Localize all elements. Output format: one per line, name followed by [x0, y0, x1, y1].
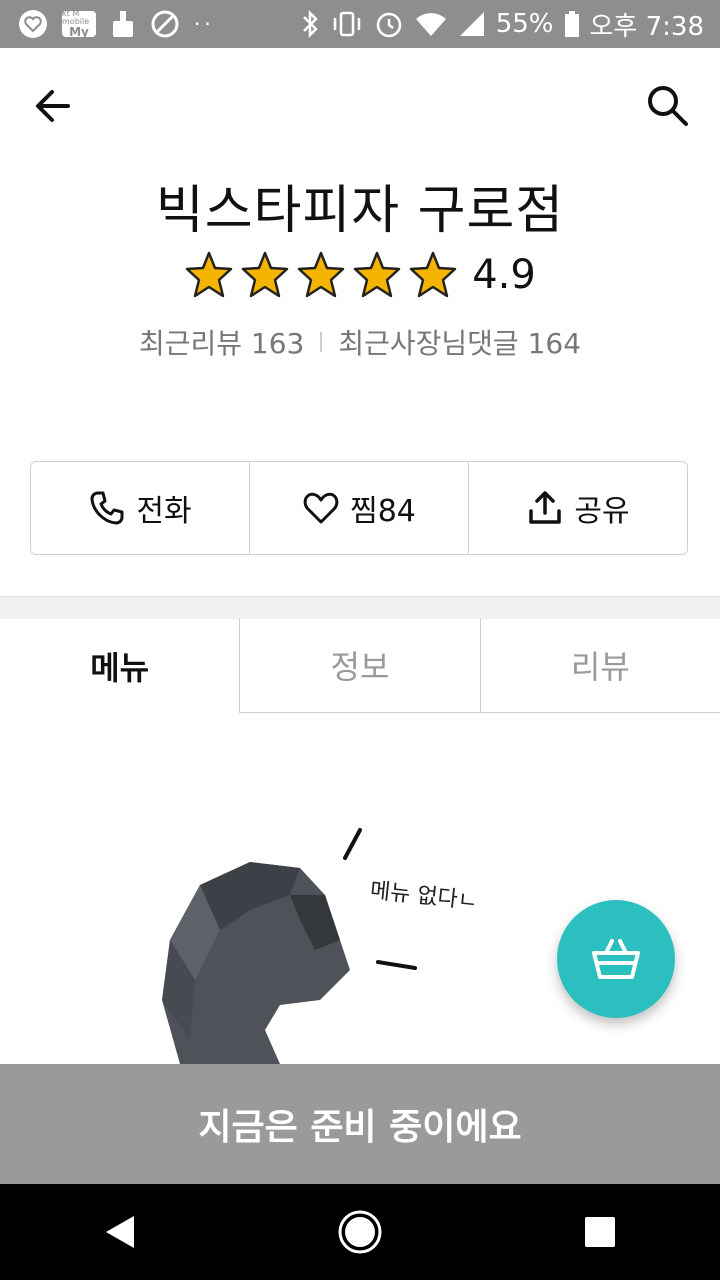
phone-icon [90, 491, 124, 525]
carrier-badge-top: kt M mobile [62, 9, 90, 26]
owner-replies-count[interactable]: 최근사장님댓글 164 [338, 322, 581, 362]
basket-icon [592, 939, 640, 979]
share-label: 공유 [574, 494, 630, 529]
section-divider [0, 596, 720, 619]
star-icon [297, 251, 345, 298]
tab-info[interactable]: 정보 [239, 618, 480, 713]
cart-fab-button[interactable] [557, 900, 675, 1018]
clock: 오후 7:38 [589, 11, 705, 42]
triangle-back-icon [106, 1216, 134, 1248]
battery-percent: 55% [495, 9, 554, 39]
back-arrow-icon [36, 90, 70, 122]
circle-home-icon [338, 1210, 382, 1254]
cleaner-icon [110, 9, 136, 39]
favorite-label: 찜84 [350, 494, 416, 529]
nav-recents-button[interactable] [570, 1202, 630, 1262]
rating-value: 4.9 [472, 252, 536, 298]
rating-stars [184, 250, 458, 300]
star-icon [185, 251, 233, 298]
signal-icon [458, 10, 486, 38]
nav-back-button[interactable] [90, 1202, 150, 1262]
alarm-icon [374, 9, 404, 39]
battery-icon [564, 10, 580, 38]
wifi-icon [414, 10, 448, 38]
review-counts: 최근리뷰 163 최근사장님댓글 164 [0, 322, 720, 362]
tab-reviews[interactable]: 리뷰 [479, 618, 720, 713]
share-icon [529, 491, 562, 524]
share-button[interactable]: 공유 [468, 462, 687, 554]
carrier-badge-label: My [69, 25, 89, 39]
status-dots: ·· [194, 12, 215, 36]
app-header [0, 48, 720, 158]
empty-menu-illustration [162, 828, 417, 1064]
star-icon [353, 251, 401, 298]
square-recents-icon [585, 1217, 615, 1247]
recent-reviews-count[interactable]: 최근리뷰 163 [139, 322, 304, 362]
star-icon [241, 251, 289, 298]
tab-menu[interactable]: 메뉴 [0, 618, 239, 713]
call-button[interactable]: 전화 [31, 462, 249, 554]
back-button[interactable] [32, 84, 80, 128]
heart-badge-icon [18, 9, 48, 39]
search-icon [648, 86, 688, 126]
action-buttons: 전화 찜84 공유 [30, 461, 688, 555]
star-icon [409, 251, 457, 298]
blocked-icon [150, 9, 180, 39]
counts-separator [320, 332, 323, 352]
carrier-my-icon: kt M mobile My [62, 9, 96, 39]
search-button[interactable] [644, 82, 690, 128]
bluetooth-icon [300, 9, 320, 39]
call-label: 전화 [136, 494, 192, 529]
status-bar: kt M mobile My ·· 55% 오후 7:38 [0, 0, 720, 48]
heart-icon [303, 492, 339, 524]
favorite-button[interactable]: 찜84 [249, 462, 468, 554]
store-name: 빅스타피자 구로점 [155, 181, 565, 241]
system-nav-bar [0, 1184, 720, 1280]
vibrate-icon [330, 9, 364, 39]
store-rating: 4.9 [0, 250, 720, 300]
preparing-banner: 지금은 준비 중이에요 [0, 1064, 720, 1184]
nav-home-button[interactable] [330, 1202, 390, 1262]
store-tabs: 메뉴 정보 리뷰 [0, 618, 720, 713]
